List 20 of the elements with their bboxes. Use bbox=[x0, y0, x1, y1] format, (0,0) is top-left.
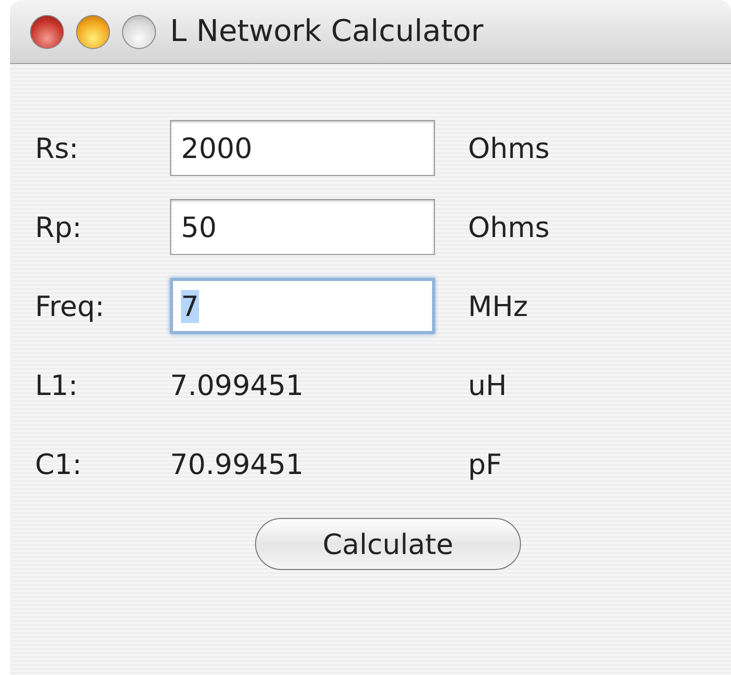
unit-label: uH bbox=[468, 368, 507, 402]
unit-label: MHz bbox=[468, 290, 528, 322]
field-label: C1: bbox=[35, 448, 83, 480]
result-value: 7.099451 bbox=[170, 368, 305, 402]
zoom-button[interactable] bbox=[122, 14, 156, 48]
field-label: Freq: bbox=[35, 290, 106, 322]
calculate-button[interactable]: Calculate bbox=[255, 518, 521, 570]
close-button[interactable] bbox=[30, 14, 64, 48]
input-field[interactable]: 2000 bbox=[170, 120, 435, 176]
field-label: L1: bbox=[35, 368, 79, 402]
window-title: L Network Calculator bbox=[170, 14, 484, 49]
field-label: Rs: bbox=[35, 132, 80, 164]
minimize-button[interactable] bbox=[76, 14, 110, 48]
input-field[interactable]: 7 bbox=[170, 278, 435, 334]
field-label: Rp: bbox=[35, 210, 83, 244]
unit-label: pF bbox=[468, 448, 502, 480]
result-value: 70.99451 bbox=[170, 448, 305, 480]
unit-label: Ohms bbox=[468, 132, 550, 164]
input-field[interactable]: 50 bbox=[170, 199, 435, 255]
unit-label: Ohms bbox=[468, 210, 550, 244]
